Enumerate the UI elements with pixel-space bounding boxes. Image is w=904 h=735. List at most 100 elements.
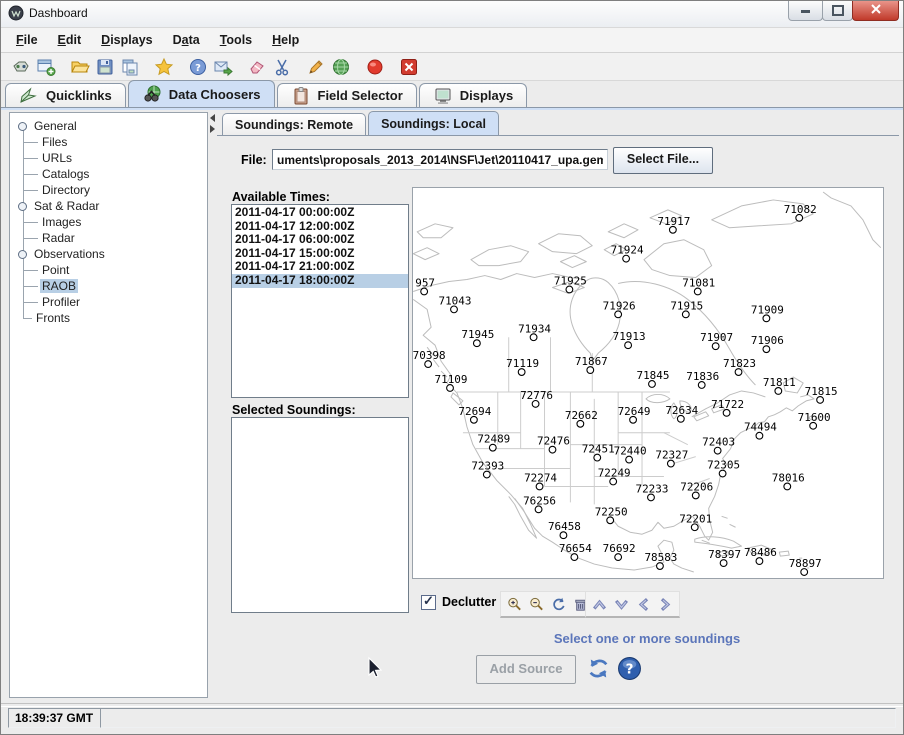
station-72233[interactable]: 72233: [636, 482, 669, 500]
station-957[interactable]: 957: [415, 276, 435, 294]
station-71917[interactable]: 71917: [657, 215, 690, 233]
menu-tools[interactable]: Tools: [210, 30, 262, 50]
time-option[interactable]: 2011-04-17 12:00:00Z: [232, 220, 408, 234]
station-72403[interactable]: 72403: [702, 436, 735, 454]
pan-left-icon[interactable]: [635, 596, 652, 613]
zoom-in-icon[interactable]: [506, 596, 523, 613]
show-dashboard-icon[interactable]: [11, 57, 31, 77]
menu-displays[interactable]: Displays: [91, 30, 162, 50]
exit-icon[interactable]: [399, 57, 419, 77]
station-70398[interactable]: 70398: [413, 349, 446, 367]
tree-node-files[interactable]: Files: [10, 134, 207, 150]
tree-node-directory[interactable]: Directory: [10, 182, 207, 198]
station-71836[interactable]: 71836: [686, 370, 719, 388]
help-icon[interactable]: ?: [188, 57, 208, 77]
pan-down-icon[interactable]: [613, 596, 630, 613]
tree-expand-handle-icon[interactable]: [18, 202, 27, 211]
tree-node-raob[interactable]: RAOB: [10, 278, 207, 294]
station-71909[interactable]: 71909: [751, 303, 784, 321]
menu-data[interactable]: Data: [163, 30, 210, 50]
tree-expand-handle-icon[interactable]: [18, 250, 27, 259]
time-option[interactable]: 2011-04-17 15:00:00Z: [232, 247, 408, 261]
menu-help[interactable]: Help: [262, 30, 309, 50]
station-72327[interactable]: 72327: [655, 449, 688, 467]
station-72393[interactable]: 72393: [471, 460, 504, 478]
eraser-icon[interactable]: [247, 57, 267, 77]
station-72634[interactable]: 72634: [665, 404, 698, 422]
close-button[interactable]: [852, 1, 899, 21]
station-71926[interactable]: 71926: [603, 299, 636, 317]
station-71823[interactable]: 71823: [723, 357, 756, 375]
station-72776[interactable]: 72776: [520, 389, 553, 407]
tree-node-profiler[interactable]: Profiler: [10, 294, 207, 310]
select-file-button[interactable]: Select File...: [613, 147, 713, 174]
station-71722[interactable]: 71722: [711, 398, 744, 416]
tab-displays[interactable]: Displays: [419, 83, 527, 107]
selected-soundings-list[interactable]: [231, 417, 409, 613]
time-option[interactable]: 2011-04-17 00:00:00Z: [232, 206, 408, 220]
station-72476[interactable]: 72476: [537, 435, 570, 453]
tree-node-urls[interactable]: URLs: [10, 150, 207, 166]
station-74494[interactable]: 74494: [744, 421, 777, 439]
station-76654[interactable]: 76654: [559, 542, 592, 560]
station-71081[interactable]: 71081: [682, 276, 715, 294]
station-71924[interactable]: 71924: [611, 244, 644, 262]
favorites-icon[interactable]: [154, 57, 174, 77]
title-bar[interactable]: Dashboard: [1, 1, 903, 28]
split-pane-divider[interactable]: [208, 112, 217, 696]
support-request-icon[interactable]: [213, 57, 233, 77]
refresh-icon[interactable]: [586, 656, 611, 681]
globe-icon[interactable]: [331, 57, 351, 77]
station-map[interactable]: 9577104371925719247192671934719457191370…: [412, 187, 884, 579]
station-72649[interactable]: 72649: [618, 405, 651, 423]
declutter-checkbox[interactable]: [421, 595, 436, 610]
menu-edit[interactable]: Edit: [48, 30, 92, 50]
maximize-button[interactable]: [822, 1, 853, 21]
station-78397[interactable]: 78397: [708, 548, 741, 566]
cut-icon[interactable]: [272, 57, 292, 77]
tree-node-radar[interactable]: Radar: [10, 230, 207, 246]
tab-field-selector[interactable]: Field Selector: [277, 83, 417, 107]
station-71906[interactable]: 71906: [751, 334, 784, 352]
station-72451[interactable]: 72451: [582, 443, 615, 461]
menu-file[interactable]: File: [6, 30, 48, 50]
file-path-input[interactable]: [272, 149, 608, 170]
save-icon[interactable]: [95, 57, 115, 77]
tab-soundings-remote[interactable]: Soundings: Remote: [222, 113, 366, 135]
station-72249[interactable]: 72249: [598, 467, 631, 485]
tree-node-fronts[interactable]: Fronts: [10, 310, 207, 326]
station-71109[interactable]: 71109: [435, 373, 468, 391]
tab-quicklinks[interactable]: Quicklinks: [5, 83, 126, 107]
time-option[interactable]: 2011-04-17 18:00:00Z: [232, 274, 408, 288]
tab-soundings-local[interactable]: Soundings: Local: [368, 111, 499, 135]
station-76692[interactable]: 76692: [603, 542, 636, 560]
tree-expand-handle-icon[interactable]: [18, 122, 27, 131]
station-71867[interactable]: 71867: [575, 355, 608, 373]
station-71043[interactable]: 71043: [439, 294, 472, 312]
station-72274[interactable]: 72274: [524, 471, 557, 489]
station-71082[interactable]: 71082: [784, 203, 817, 221]
time-option[interactable]: 2011-04-17 21:00:00Z: [232, 260, 408, 274]
tree-node-images[interactable]: Images: [10, 214, 207, 230]
station-76256[interactable]: 76256: [523, 494, 556, 512]
tree-node-sat-radar[interactable]: Sat & Radar: [10, 198, 207, 214]
time-option[interactable]: 2011-04-17 06:00:00Z: [232, 233, 408, 247]
record-icon[interactable]: [365, 57, 385, 77]
pan-right-icon[interactable]: [657, 596, 674, 613]
station-72694[interactable]: 72694: [458, 405, 491, 423]
available-times-list[interactable]: 2011-04-17 00:00:00Z2011-04-17 12:00:00Z…: [231, 204, 409, 398]
collapse-left-icon[interactable]: [210, 114, 215, 122]
station-71915[interactable]: 71915: [670, 299, 703, 317]
station-78897[interactable]: 78897: [789, 557, 822, 575]
open-file-icon[interactable]: [70, 57, 90, 77]
station-72206[interactable]: 72206: [680, 480, 713, 498]
new-window-icon[interactable]: [36, 57, 56, 77]
station-78486[interactable]: 78486: [744, 546, 777, 564]
copy-icon[interactable]: [120, 57, 140, 77]
station-71945[interactable]: 71945: [461, 328, 494, 346]
tab-data-choosers[interactable]: Data Choosers: [128, 80, 275, 107]
station-71600[interactable]: 71600: [798, 411, 831, 429]
station-76458[interactable]: 76458: [548, 520, 581, 538]
tree-node-observations[interactable]: Observations: [10, 246, 207, 262]
expand-right-icon[interactable]: [210, 125, 215, 133]
